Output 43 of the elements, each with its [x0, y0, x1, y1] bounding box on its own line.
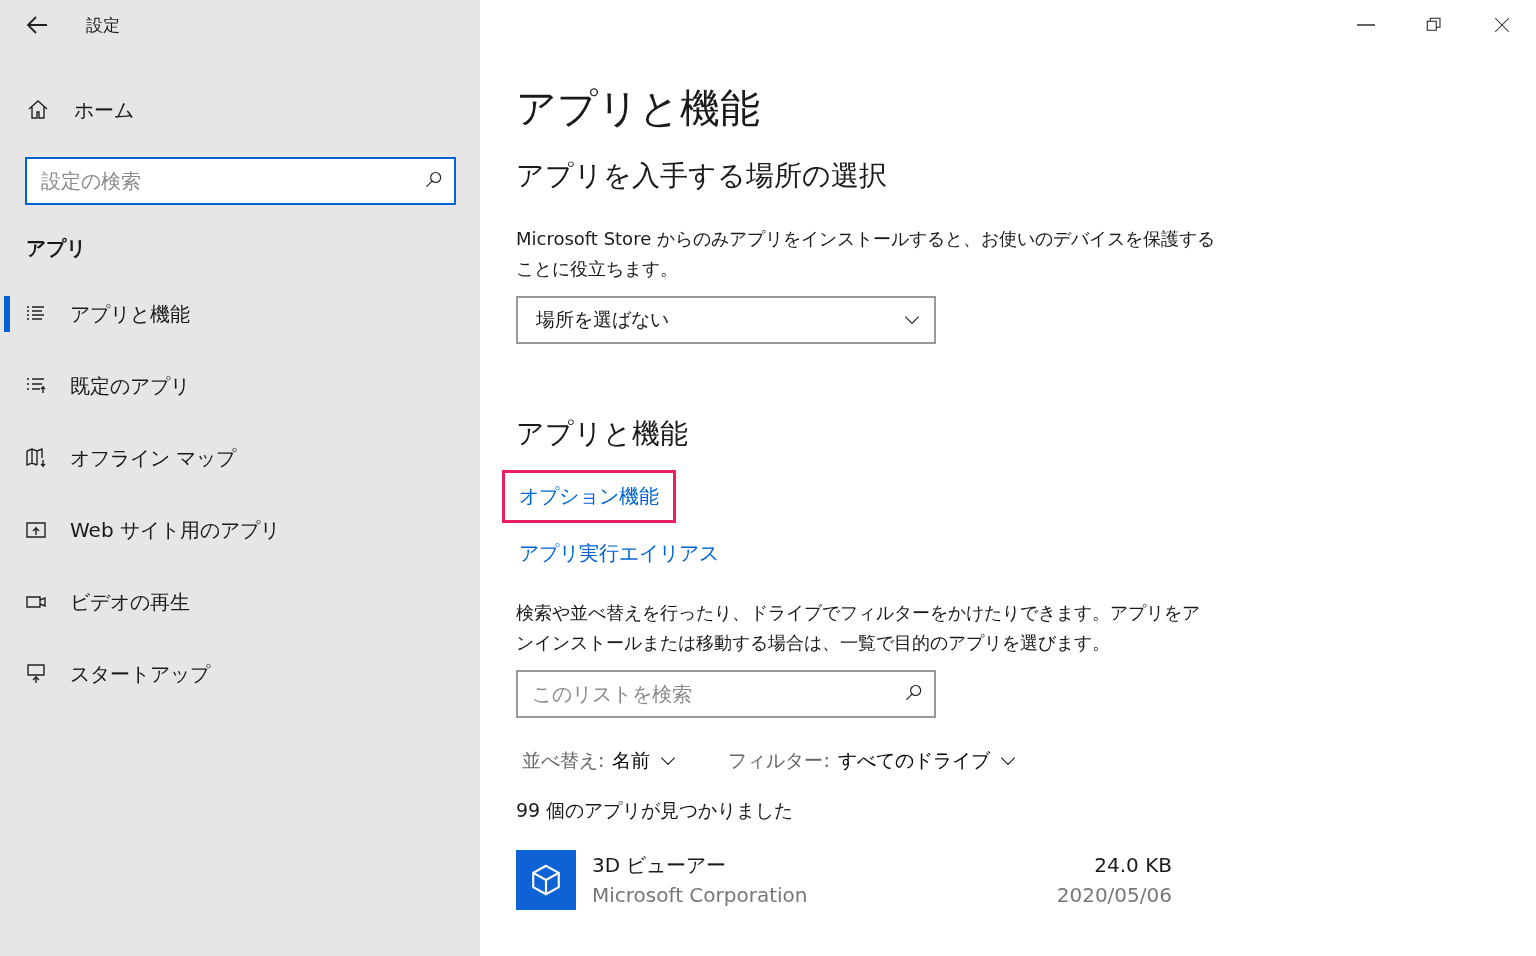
nav-item[interactable]: スタートアップ: [0, 638, 480, 710]
nav-label[interactable]: ビデオの再生: [70, 588, 190, 616]
nav-item[interactable]: ビデオの再生: [0, 566, 480, 638]
description: Microsoft Store からのみアプリをインストールすると、お使いのデバイスを保護することに役立ちます。: [516, 227, 1216, 281]
link[interactable]: アプリ実行エイリアス: [502, 527, 736, 580]
list-search-field[interactable]: このリストを検索: [516, 670, 936, 718]
home-icon: [26, 98, 50, 122]
search-icon: [424, 170, 444, 190]
nav-item[interactable]: アプリと機能: [0, 278, 480, 350]
page-title: アプリと機能: [516, 84, 760, 133]
restore-icon: [1425, 16, 1443, 34]
source-dropdown[interactable]: 場所を選ばない: [516, 296, 936, 344]
filter-dropdown[interactable]: フィルター: すべてのドライブ: [728, 748, 1018, 774]
nav-label[interactable]: オフライン マップ: [70, 444, 237, 472]
app-count: 99 個のアプリが見つかりました: [516, 798, 794, 823]
app-publisher: Microsoft Corporation: [592, 882, 808, 909]
section-heading: アプリ: [26, 235, 87, 262]
map-icon: [24, 446, 48, 470]
app-date: 2020/05/06: [1056, 882, 1172, 909]
nav-item[interactable]: オフライン マップ: [0, 422, 480, 494]
nav-item[interactable]: 既定のアプリ: [0, 350, 480, 422]
close-icon: [1493, 16, 1511, 34]
sort-dropdown[interactable]: 並べ替え: 名前: [522, 748, 679, 774]
window-title: 設定: [86, 13, 120, 37]
nav-label[interactable]: スタートアップ: [70, 660, 210, 688]
monitor-arrow-icon: [24, 662, 48, 686]
home-label[interactable]: ホーム: [74, 96, 134, 124]
nav-label[interactable]: 既定のアプリ: [70, 372, 190, 400]
minimize-icon: [1357, 24, 1375, 26]
description: 検索や並べ替えを行ったり、ドライブでフィルターをかけたりできます。アプリをアンインストールまたは移動する場合は、一覧で目的のアプリを選びます。: [516, 601, 1201, 655]
section-heading: アプリを入手する場所の選択: [516, 158, 887, 194]
section-heading: アプリと機能: [516, 416, 688, 452]
app-size: 24.0 KB: [1094, 852, 1172, 879]
settings-search-field[interactable]: 設定の検索: [25, 157, 456, 205]
search-icon: [904, 683, 924, 703]
nav-label[interactable]: Web サイト用のアプリ: [70, 516, 280, 544]
nav-item[interactable]: Web サイト用のアプリ: [0, 494, 480, 566]
link[interactable]: オプション機能: [502, 470, 676, 523]
app-name: 3D ビューアー: [592, 852, 727, 879]
nav-label[interactable]: アプリと機能: [70, 300, 190, 328]
app-tile-icon: [516, 850, 576, 910]
back-arrow-icon[interactable]: [26, 15, 48, 35]
home-link[interactable]: ホーム: [26, 85, 480, 135]
